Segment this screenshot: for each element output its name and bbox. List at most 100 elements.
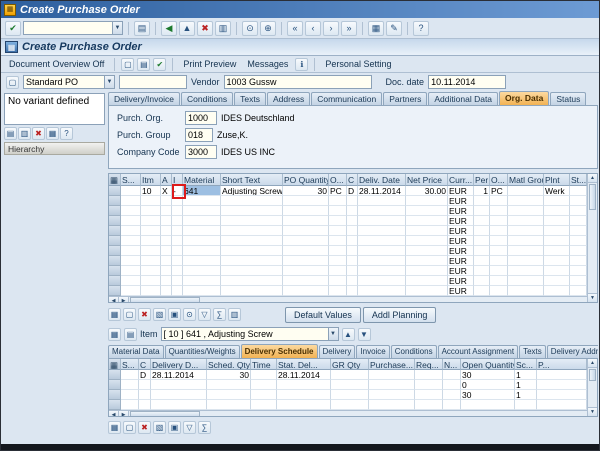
item-grid-empty-row[interactable]: EUR: [109, 206, 587, 216]
schedule-row[interactable]: 0 1: [109, 380, 587, 390]
header-expand-icon[interactable]: ▢: [6, 76, 19, 89]
item-grid-empty-row[interactable]: EUR: [109, 226, 587, 236]
order-type-dropdown-icon[interactable]: ▼: [104, 76, 114, 88]
row-selector[interactable]: [109, 380, 121, 390]
purch-org-field[interactable]: 1000: [185, 111, 217, 125]
sum-icon[interactable]: ∑: [213, 308, 226, 321]
block-select-icon[interactable]: ▣: [168, 308, 181, 321]
last-page-icon[interactable]: »: [341, 21, 357, 36]
net-price-cell[interactable]: 30.00: [406, 186, 448, 196]
previous-page-icon[interactable]: ‹: [305, 21, 321, 36]
new-session-icon[interactable]: ▦: [368, 21, 384, 36]
tab-delivery-address[interactable]: Delivery Address: [547, 345, 598, 358]
scroll-down-icon[interactable]: ▼: [588, 407, 597, 416]
deliv-cat-cell[interactable]: D: [347, 186, 358, 196]
scroll-left-icon[interactable]: ◀: [109, 297, 119, 302]
item-grid-empty-row[interactable]: EUR: [109, 266, 587, 276]
tab-delivery-schedule[interactable]: Delivery Schedule: [241, 344, 318, 358]
po-number-field[interactable]: [119, 75, 187, 89]
tab-partners[interactable]: Partners: [383, 92, 427, 105]
sum-lines-icon[interactable]: ∑: [198, 421, 211, 434]
tab-delivery[interactable]: Delivery: [319, 345, 356, 358]
schedule-row[interactable]: D 28.11.2014 30 28.11.2014 30 1: [109, 370, 587, 380]
item-row[interactable]: 10 X - 641 Adjusting Screw 30 PC D 28.11…: [109, 186, 587, 196]
schedule-grid-vscrollbar[interactable]: ▲ ▼: [587, 359, 597, 416]
oun-cell[interactable]: PC: [329, 186, 347, 196]
currency-cell[interactable]: EUR: [448, 226, 474, 236]
scroll-right-icon[interactable]: ▶: [119, 411, 129, 416]
currency-cell[interactable]: EUR: [448, 266, 474, 276]
itm-cell[interactable]: 10: [141, 186, 161, 196]
tab-org-data[interactable]: Org. Data: [499, 91, 549, 105]
copy-row-icon[interactable]: ▧: [153, 308, 166, 321]
currency-cell[interactable]: EUR: [448, 286, 474, 296]
currency-cell[interactable]: EUR: [448, 216, 474, 226]
item-grid-vscrollbar[interactable]: ▲ ▼: [587, 174, 597, 302]
order-type-select[interactable]: Standard PO ▼: [23, 75, 115, 89]
insert-row-icon[interactable]: ▢: [123, 308, 136, 321]
schedule-row[interactable]: 30 1: [109, 390, 587, 400]
scroll-up-icon[interactable]: ▲: [588, 174, 597, 183]
tab-additional-data[interactable]: Additional Data: [428, 92, 498, 105]
layout-icon[interactable]: ▥: [18, 127, 31, 140]
item-category-cell[interactable]: -: [172, 186, 183, 196]
short-text-cell[interactable]: Adjusting Screw: [221, 186, 283, 196]
variant-help-icon[interactable]: ?: [60, 127, 73, 140]
next-item-icon[interactable]: ▼: [358, 328, 371, 341]
row-selector[interactable]: [109, 370, 121, 380]
item-grid-empty-row[interactable]: EUR: [109, 276, 587, 286]
schedule-settings-icon[interactable]: ▦: [108, 421, 121, 434]
default-values-button[interactable]: Default Values: [285, 307, 361, 323]
command-dropdown-icon[interactable]: ▼: [112, 22, 122, 34]
delete-row-icon[interactable]: ✖: [138, 308, 151, 321]
opu-cell[interactable]: PC: [490, 186, 508, 196]
per-cell[interactable]: 1: [474, 186, 490, 196]
insert-line-icon[interactable]: ▢: [123, 421, 136, 434]
create-document-icon[interactable]: ▢: [121, 58, 134, 71]
print-preview-button[interactable]: Print Preview: [179, 57, 240, 71]
personal-setting-button[interactable]: Personal Setting: [321, 57, 395, 71]
copy-line-icon[interactable]: ▧: [153, 421, 166, 434]
back-icon[interactable]: ◀: [161, 21, 177, 36]
matl-group-cell[interactable]: [508, 186, 544, 196]
variants-icon[interactable]: ▦: [46, 127, 59, 140]
schedule-grid-hscrollbar[interactable]: ◀ ▶: [109, 410, 587, 416]
tab-texts[interactable]: Texts: [234, 92, 266, 105]
plant-cell[interactable]: Werk: [544, 186, 570, 196]
cancel-icon[interactable]: ✖: [197, 21, 213, 36]
previous-item-icon[interactable]: ▲: [342, 328, 355, 341]
tab-delivery-invoice[interactable]: Delivery/Invoice: [108, 92, 180, 105]
document-overview-button[interactable]: Document Overview Off: [5, 57, 108, 71]
tab-status[interactable]: Status: [550, 92, 586, 105]
print-icon[interactable]: ▥: [215, 21, 231, 36]
currency-cell[interactable]: EUR: [448, 196, 474, 206]
tab-conditions[interactable]: Conditions: [181, 92, 233, 105]
scroll-right-icon[interactable]: ▶: [119, 297, 129, 302]
scroll-down-icon[interactable]: ▼: [588, 293, 597, 302]
tab-quantities-weights[interactable]: Quantities/Weights: [165, 345, 240, 358]
tab-item-texts[interactable]: Texts: [519, 345, 546, 358]
tab-communication[interactable]: Communication: [311, 92, 382, 105]
help-icon[interactable]: ?: [413, 21, 429, 36]
vscroll-thumb[interactable]: [589, 369, 596, 381]
currency-cell[interactable]: EUR: [448, 186, 474, 196]
currency-cell[interactable]: EUR: [448, 236, 474, 246]
find-next-icon[interactable]: ⊕: [260, 21, 276, 36]
currency-cell[interactable]: EUR: [448, 206, 474, 216]
schedule-empty-row[interactable]: [109, 400, 587, 410]
messages-button[interactable]: Messages: [243, 57, 292, 71]
deliv-date-cell[interactable]: 28.11.2014: [358, 186, 406, 196]
row-selector[interactable]: [109, 186, 121, 196]
hold-icon[interactable]: ▤: [137, 58, 150, 71]
currency-cell[interactable]: EUR: [448, 256, 474, 266]
scroll-left-icon[interactable]: ◀: [109, 411, 119, 416]
vscroll-thumb[interactable]: [589, 184, 596, 210]
acct-assignment-cell[interactable]: X: [161, 186, 172, 196]
save-variant-icon[interactable]: ▤: [4, 127, 17, 140]
currency-cell[interactable]: EUR: [448, 276, 474, 286]
enter-icon[interactable]: ✔: [5, 21, 21, 36]
table-settings-icon[interactable]: ▦: [108, 308, 121, 321]
delete-variant-icon[interactable]: ✖: [32, 127, 45, 140]
doc-date-field[interactable]: 10.11.2014: [428, 75, 506, 89]
item-grid-empty-row[interactable]: EUR: [109, 286, 587, 296]
